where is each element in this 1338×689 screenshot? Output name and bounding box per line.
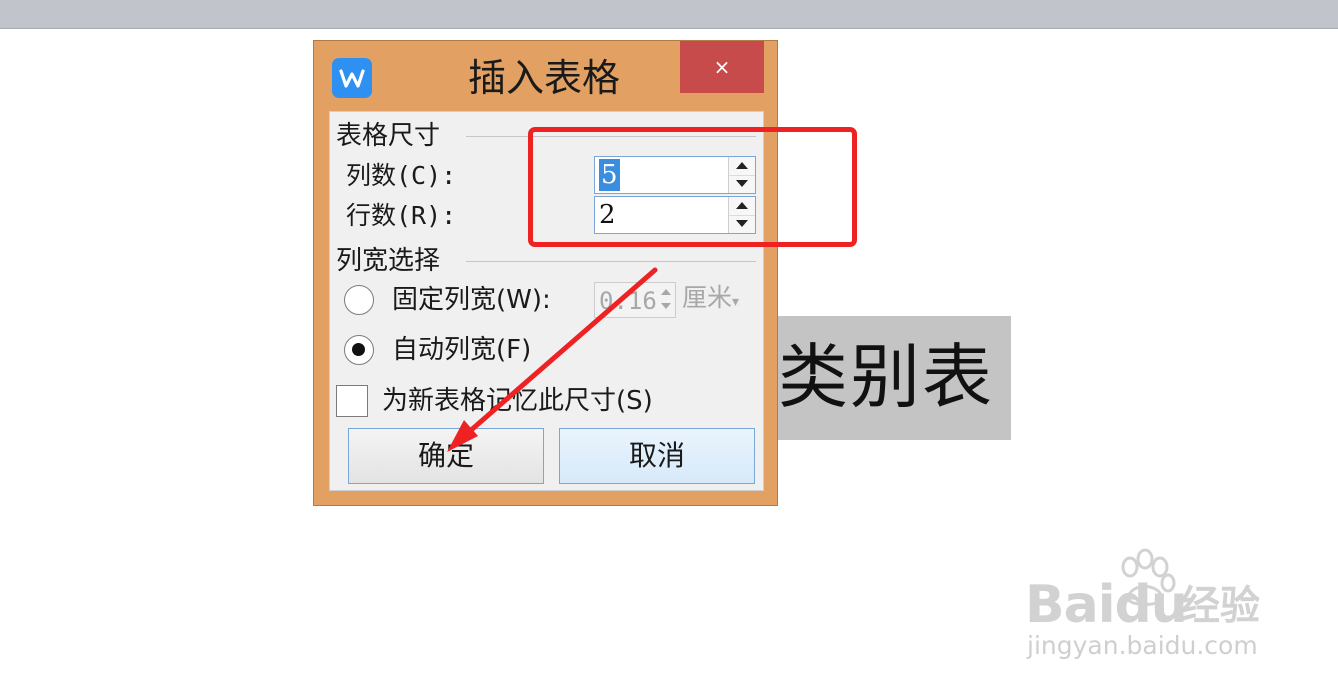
- watermark-suffix: 经验: [1180, 583, 1260, 629]
- baidu-jingyan-watermark: Baidu 经验 jingyan.baidu.com: [1025, 545, 1275, 665]
- watermark-logo: Baidu: [1025, 575, 1188, 635]
- watermark-url: jingyan.baidu.com: [1027, 631, 1258, 660]
